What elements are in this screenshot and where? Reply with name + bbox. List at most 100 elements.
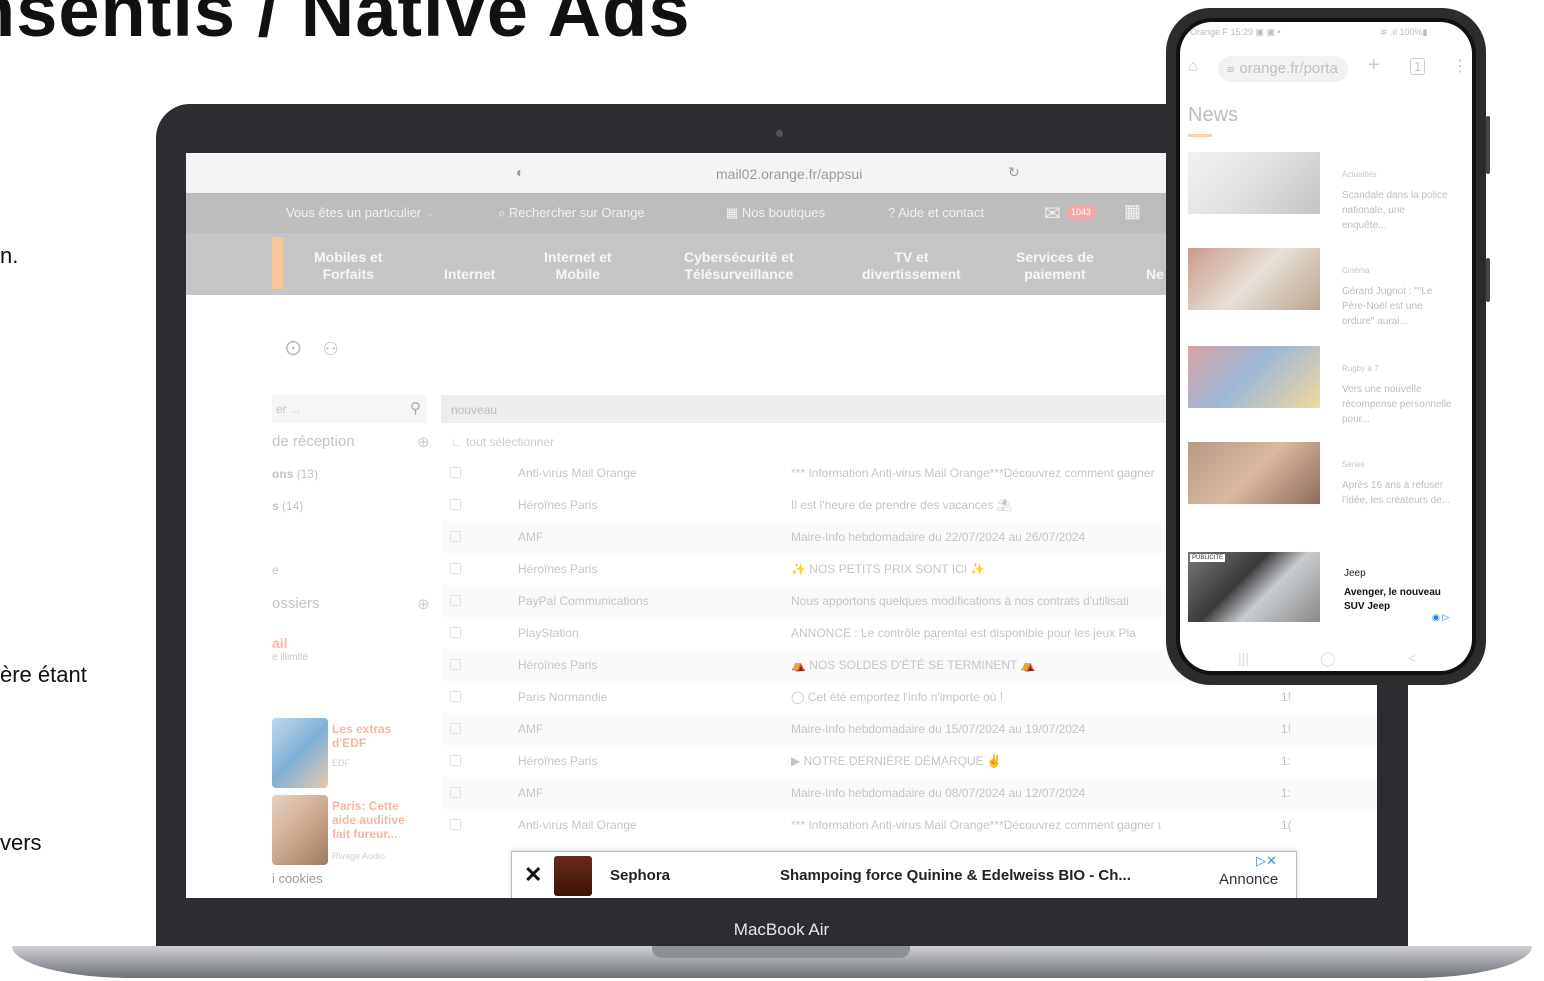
tabs-icon[interactable]: 1 [1410,58,1426,75]
add-folder-icon-2[interactable]: ⊕ [417,595,430,613]
home-button-icon[interactable]: ◯ [1320,650,1336,667]
particulier-menu[interactable]: Vous êtes un particulier ⌄ [286,205,436,221]
ad-label: PUBLICITÉ [1190,554,1226,562]
mail-row[interactable]: Anti-virus Mail Orange *** Information An… [441,809,1377,841]
mail-sender: AMF [518,786,544,800]
mail-subject: ◯ Cet été emportez l'info n'importe où ! [791,690,1004,704]
contacts-icon[interactable]: ⚇ [323,339,339,359]
mail-subject: Nous apportons quelques modifications à … [791,594,1129,608]
ad-headline[interactable]: Shampoing force Quinine & Edelweiss BIO … [780,867,1131,884]
settings-icon[interactable]: ⊙ [284,335,302,360]
row-checkbox[interactable] [450,787,461,798]
mail-count-badge: 1043 [1066,205,1097,219]
help-icon: ? [888,205,896,220]
mail-subject: *** Information Anti-virus Mail Orange**… [791,818,1161,832]
aide-link[interactable]: ? Aide et contact [888,205,984,220]
row-checkbox[interactable] [450,627,461,638]
ad-source: EDF [332,758,350,768]
row-checkbox[interactable] [450,819,461,830]
row-checkbox[interactable] [450,531,461,542]
mail-subject: ✨ NOS PETITS PRIX SONT ICI ✨ [791,562,986,576]
row-checkbox[interactable] [450,659,461,670]
sidebar-ad-audio[interactable]: Paris: Cette aide auditive fait fureur..… [272,795,420,875]
side-text-3: vers [0,830,42,855]
store-icon: ▦ [726,205,739,220]
checkbox-icon[interactable]: ∟ [451,435,463,449]
native-ad-banner[interactable]: ✕ Sephora Shampoing force Quinine & Edel… [511,851,1297,898]
row-checkbox[interactable] [450,563,461,574]
mail-subject: ▶ NOTRE DERNIÈRE DÉMARQUE ✌ [791,754,1002,768]
cookies-link[interactable]: i cookies [272,871,323,886]
row-checkbox[interactable] [450,755,461,766]
row-checkbox[interactable] [450,595,461,606]
boutiques-link[interactable]: ▦ Nos boutiques [726,205,825,221]
news-card[interactable]: Séries Après 16 ans à refuser l'idée, le… [1188,442,1470,532]
row-checkbox[interactable] [450,499,461,510]
mail-row[interactable]: AMF Maire-Info hebdomadaire du 08/07/2024… [441,777,1377,809]
search-icon[interactable]: ⚲ [410,399,421,417]
news-title[interactable]: Gérard Jugnot : ""Le Père-Noël est une o… [1342,284,1452,329]
close-icon[interactable]: ✕ [524,862,542,888]
folder-2[interactable]: s (14) [272,499,303,513]
menu-dots-icon[interactable]: ⋮ [1452,56,1468,76]
news-title[interactable]: Vers une nouvelle récompense personnelle… [1342,382,1452,427]
cat-mobiles[interactable]: Mobiles et Forfaits [314,249,382,283]
new-tab-icon[interactable]: + [1368,54,1380,77]
cat-internet-mobile[interactable]: Internet et Mobile [544,249,612,283]
ad-brand[interactable]: Sephora [610,867,670,884]
ad-product-image [554,856,592,896]
apps-grid-icon[interactable]: ▦ [1124,201,1141,222]
ad-title[interactable]: Les extras d'EDF [332,722,420,750]
back-icon[interactable]: < [1408,650,1416,666]
row-checkbox[interactable] [450,467,461,478]
add-folder-icon[interactable]: ⊕ [417,433,430,451]
folder-inbox[interactable]: de réception [272,433,355,450]
mobile-url-field[interactable]: ≋ orange.fr/porta [1218,56,1348,82]
my-folders[interactable]: ossiers [272,595,320,612]
recent-apps-icon[interactable]: ||| [1238,650,1249,666]
url-text[interactable]: mail02.orange.fr/appsui [716,166,862,182]
mail-sender: Héroïnes Paris [518,658,598,672]
adchoices-icon[interactable]: ◉ ▷ [1432,612,1449,623]
folder-1[interactable]: ons (13) [272,467,318,481]
mail-promo-title[interactable]: ail [272,635,288,651]
site-info-icon[interactable]: ≋ [1226,64,1235,76]
mail-subject: Maire-Info hebdomadaire du 22/07/2024 au… [791,530,1086,544]
cat-paiement[interactable]: Services de paiement [1016,249,1094,283]
news-title[interactable]: Scandale dans la police nationale, une e… [1342,188,1452,233]
mail-sender: Anti-virus Mail Orange [518,466,637,480]
mail-promo-sub: e illimité [272,652,309,663]
news-heading: News [1188,104,1239,126]
cat-more[interactable]: Ne [1146,249,1164,283]
search-icon: ⌕ [498,205,506,220]
cat-tv[interactable]: TV et divertissement [862,249,961,283]
reload-icon[interactable]: ↻ [1008,164,1020,181]
mail-search-input[interactable]: er ... ⚲ [272,395,427,423]
news-category: Séries [1342,460,1365,469]
phone-native-ad[interactable]: PUBLICITÉ Jeep Avenger, le nouveau SUV J… [1188,552,1464,624]
ad-title[interactable]: Avenger, le nouveau SUV Jeep [1344,586,1462,614]
mail-sender: Paris Normandie [518,690,608,704]
folder-3[interactable]: e [272,563,279,577]
cat-cyber[interactable]: Cybersécurité et Télésurveillance [684,249,794,283]
news-title[interactable]: Après 16 ans à refuser l'idée, les créat… [1342,478,1452,508]
webcam [776,130,783,137]
adchoices-icon[interactable]: ▷✕ [1256,853,1277,869]
mail-row[interactable]: Héroïnes Paris ▶ NOTRE DERNIÈRE DÉMARQUE … [441,745,1377,777]
ad-image [272,718,328,788]
row-checkbox[interactable] [450,691,461,702]
mail-row[interactable]: Paris Normandie ◯ Cet été emportez l'info… [441,681,1377,713]
mail-sender: PlayStation [518,626,579,640]
news-card[interactable]: Cinéma Gérard Jugnot : ""Le Père-Noël es… [1188,248,1470,338]
cat-internet[interactable]: Internet [444,249,495,283]
home-icon[interactable]: ⌂ [1188,58,1198,76]
mail-row[interactable]: AMF Maire-Info hebdomadaire du 15/07/2024… [441,713,1377,745]
search-link[interactable]: ⌕ Rechercher sur Orange [498,205,645,221]
news-card[interactable]: Actualités Scandale dans la police natio… [1188,152,1470,242]
select-all[interactable]: ∟ tout sélectionner [451,435,554,449]
ad-title[interactable]: Paris: Cette aide auditive fait fureur..… [332,799,420,841]
news-card[interactable]: Rugby à 7 Vers une nouvelle récompense p… [1188,346,1470,436]
sidebar-ad-edf[interactable]: Les extras d'EDF EDF [272,718,420,798]
mail-icon[interactable]: ✉ [1044,201,1061,226]
row-checkbox[interactable] [450,723,461,734]
